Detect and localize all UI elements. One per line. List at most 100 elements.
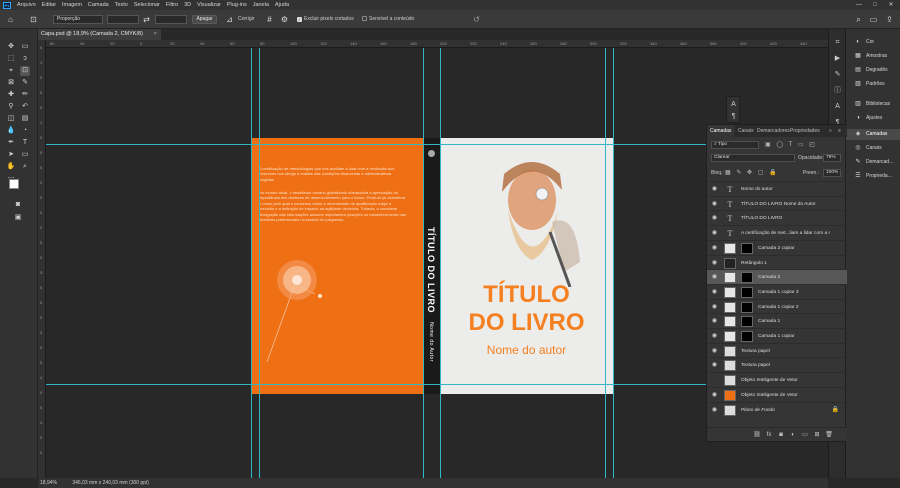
zoom-tool-icon[interactable]: ⌕ (20, 162, 30, 172)
menu-3d[interactable]: 3D (184, 2, 191, 8)
dock-channels[interactable]: ◎ Canais (846, 143, 900, 154)
eyedropper-tool-icon[interactable]: ✎ (20, 78, 30, 88)
menu-editar[interactable]: Editar (42, 2, 56, 8)
layer-row[interactable]: ◉ Camada 1 copiar 3 (707, 283, 847, 299)
dock-properties[interactable]: ☰ Propriedа... (846, 171, 900, 182)
marquee-tool-icon[interactable]: ⬚ (6, 54, 16, 64)
ratio-select[interactable]: Proporção (53, 15, 103, 24)
menu-selecionar[interactable]: Selecionar (134, 2, 160, 8)
gradient-tool-icon[interactable]: ▤ (20, 114, 30, 124)
lasso-tool-icon[interactable]: ↄ (20, 54, 30, 64)
visibility-eye-icon[interactable]: ◉ (711, 333, 718, 340)
menu-janela[interactable]: Janela (253, 2, 269, 8)
layer-style-icon[interactable]: fx (765, 431, 773, 439)
vertical-ruler[interactable]: 0105010502002503050305400400 (38, 40, 46, 478)
dock-patterns[interactable]: ▧ Padrões (846, 79, 900, 90)
paragraph-icon[interactable]: ¶ (728, 111, 739, 122)
filter-icons[interactable]: ▣ ◯ T ▭ ◰ (765, 141, 817, 148)
brush-tool-icon[interactable]: ✏ (20, 90, 30, 100)
menu-plugins[interactable]: Plug-ins (227, 2, 247, 8)
guide-vertical[interactable] (259, 48, 260, 478)
stamp-tool-icon[interactable]: ⚲ (6, 102, 16, 112)
brush-settings-icon[interactable]: ✎ (832, 69, 843, 80)
history-icon[interactable]: ⌗ (832, 37, 843, 48)
width-input[interactable] (107, 15, 139, 24)
link-layers-icon[interactable]: ⛓ (753, 431, 761, 439)
tab-layers[interactable]: Camadas (707, 125, 735, 137)
swap-icon[interactable]: ⇄ (141, 14, 152, 25)
layer-row[interactable]: Objeto Inteligente de Vetor (707, 372, 847, 387)
crop-tool-icon[interactable]: ⊡ (20, 66, 30, 76)
layer-row[interactable]: ◉ T TÍTULO DO LIVRO (707, 210, 847, 225)
play-icon[interactable]: ▶ (832, 53, 843, 64)
menu-imagem[interactable]: Imagem (62, 2, 82, 8)
path-select-tool-icon[interactable]: ➤ (6, 150, 16, 160)
info-icon[interactable]: ⓘ (832, 85, 843, 96)
history-brush-icon[interactable]: ↶ (20, 102, 30, 112)
dock-layers[interactable]: ◈ Camadas (846, 129, 900, 140)
zoom-level[interactable]: 18,94% (40, 480, 57, 486)
visibility-eye-icon[interactable]: ◉ (711, 245, 718, 252)
eraser-tool-icon[interactable]: ◫ (6, 114, 16, 124)
healing-brush-icon[interactable]: ✚ (6, 90, 16, 100)
visibility-eye-icon[interactable]: ◉ (711, 201, 718, 208)
visibility-eye-icon[interactable]: ◉ (711, 186, 718, 193)
dock-paths[interactable]: ✎ Demarcad... (846, 157, 900, 168)
delete-layer-icon[interactable]: 🗑 (825, 431, 833, 439)
content-aware-checkbox[interactable]: Sensível a conteúdo (362, 15, 414, 24)
straighten-icon[interactable]: ⊿ (224, 14, 235, 25)
tab-paths[interactable]: Demarcadores (757, 125, 790, 137)
layer-row[interactable]: ◉ T Nome do autor (707, 181, 847, 196)
maximize-button[interactable]: □ (868, 0, 882, 10)
new-group-icon[interactable]: ▭ (801, 431, 809, 439)
dock-color[interactable]: ◐ Cor (846, 37, 900, 48)
search-icon[interactable]: ⌕ (853, 14, 864, 25)
menu-texto[interactable]: Texto (115, 2, 128, 8)
workspace-icon[interactable]: ▭ (868, 14, 879, 25)
visibility-eye-icon[interactable]: ◉ (711, 289, 718, 296)
horizontal-ruler[interactable]: 60 40 20 0 20 40 60 80 100 120 140 160 180 200 220 240 2… (46, 40, 828, 48)
grid-overlay-icon[interactable]: # (264, 14, 275, 25)
menu-filtro[interactable]: Filtro (166, 2, 178, 8)
share-icon[interactable]: ⇪ (884, 14, 895, 25)
clear-button[interactable]: Apagar (192, 15, 217, 24)
quick-mask-icon[interactable]: ◙ (13, 200, 23, 210)
blur-tool-icon[interactable]: 💧 (6, 126, 16, 136)
reset-icon[interactable]: ↺ (471, 14, 482, 25)
layer-row[interactable]: ◉ T TÍTULO DO LIVRO Nome do Autor (707, 195, 847, 211)
menu-ajuda[interactable]: Ajuda (275, 2, 289, 8)
screen-mode-icon[interactable]: ▣ (13, 213, 23, 223)
document-tab[interactable]: Capa.psd @ 18,9% (Camada 2, CMYK/8) × (38, 29, 161, 40)
layer-row[interactable]: ◉ Camada 1 copiar (707, 328, 847, 343)
visibility-eye-icon[interactable]: ◉ (711, 230, 718, 237)
tab-properties[interactable]: Propriedades (790, 125, 820, 137)
guide-vertical[interactable] (423, 48, 424, 478)
visibility-eye-icon[interactable]: ◉ (711, 318, 718, 325)
minimize-button[interactable]: — (852, 0, 866, 10)
layer-row[interactable]: ◉ Textura papel (707, 342, 847, 358)
new-layer-icon[interactable]: ⊞ (813, 431, 821, 439)
dodge-tool-icon[interactable]: ◔ (20, 126, 30, 136)
layer-row[interactable]: ◉ Retângulo 1 (707, 254, 847, 270)
height-input[interactable] (155, 15, 187, 24)
dock-swatches[interactable]: ▦ Amostras (846, 51, 900, 62)
menu-visualizar[interactable]: Visualizar (197, 2, 221, 8)
guide-vertical[interactable] (613, 48, 614, 478)
layer-row[interactable]: ◉ T A certificação de met...liam a lidar c… (707, 225, 847, 240)
dock-adjustments[interactable]: ◑ Ajustes (846, 113, 900, 124)
layer-row[interactable]: ◉ Textura papel (707, 357, 847, 372)
dock-gradients[interactable]: ▤ Degradês (846, 65, 900, 76)
visibility-eye-icon[interactable]: ◉ (711, 407, 718, 414)
guide-vertical[interactable] (251, 48, 252, 478)
layer-row[interactable]: ◉ Camada 1 copiar 2 (707, 298, 847, 314)
character-icon[interactable]: A (832, 101, 843, 112)
guide-vertical[interactable] (440, 48, 441, 478)
move-tool-icon[interactable]: ✥ (6, 42, 16, 52)
blend-mode-select[interactable]: Clarear (711, 154, 795, 162)
layer-row[interactable]: ◉ Camada 2 copiar (707, 239, 847, 255)
hand-tool-icon[interactable]: ✋ (6, 162, 16, 172)
layer-row[interactable]: ◉ Camada 2 (707, 269, 847, 285)
straighten-label[interactable]: Corrigir (238, 15, 254, 24)
crop-tool-icon[interactable]: ⊡ (28, 14, 39, 25)
artboard-tool-icon[interactable]: ▭ (20, 42, 30, 52)
